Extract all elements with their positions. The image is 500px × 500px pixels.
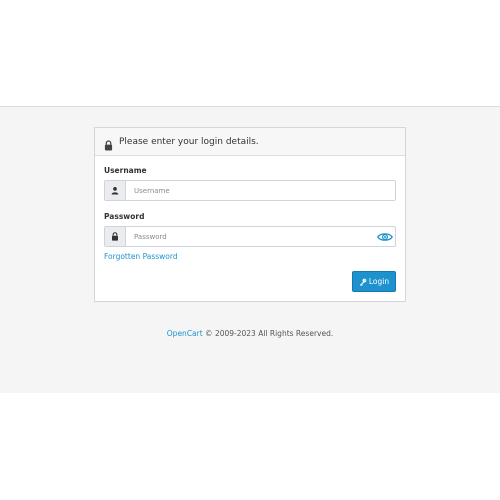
password-label: Password bbox=[104, 212, 145, 221]
login-card-title: Please enter your login details. bbox=[119, 136, 259, 147]
username-input-group bbox=[104, 180, 396, 201]
top-blank-area bbox=[0, 0, 500, 106]
username-input[interactable] bbox=[126, 181, 395, 200]
login-button-label: Login bbox=[368, 277, 390, 286]
username-label: Username bbox=[104, 166, 147, 175]
copyright-text: © 2009-2023 All Rights Reserved. bbox=[202, 329, 334, 338]
login-card: Please enter your login details. Usernam… bbox=[94, 127, 406, 302]
eye-icon[interactable] bbox=[375, 227, 395, 246]
lock-icon bbox=[104, 136, 113, 151]
password-input[interactable] bbox=[126, 227, 375, 246]
bottom-blank-area bbox=[0, 393, 500, 500]
key-icon bbox=[359, 278, 367, 286]
lock-icon bbox=[105, 227, 126, 246]
password-input-group bbox=[104, 226, 396, 247]
footer: OpenCart © 2009-2023 All Rights Reserved… bbox=[0, 329, 500, 338]
user-icon bbox=[105, 181, 126, 200]
opencart-link[interactable]: OpenCart bbox=[167, 329, 203, 338]
login-card-header: Please enter your login details. bbox=[95, 128, 405, 156]
login-button[interactable]: Login bbox=[352, 271, 396, 292]
forgotten-password-link[interactable]: Forgotten Password bbox=[104, 252, 178, 261]
